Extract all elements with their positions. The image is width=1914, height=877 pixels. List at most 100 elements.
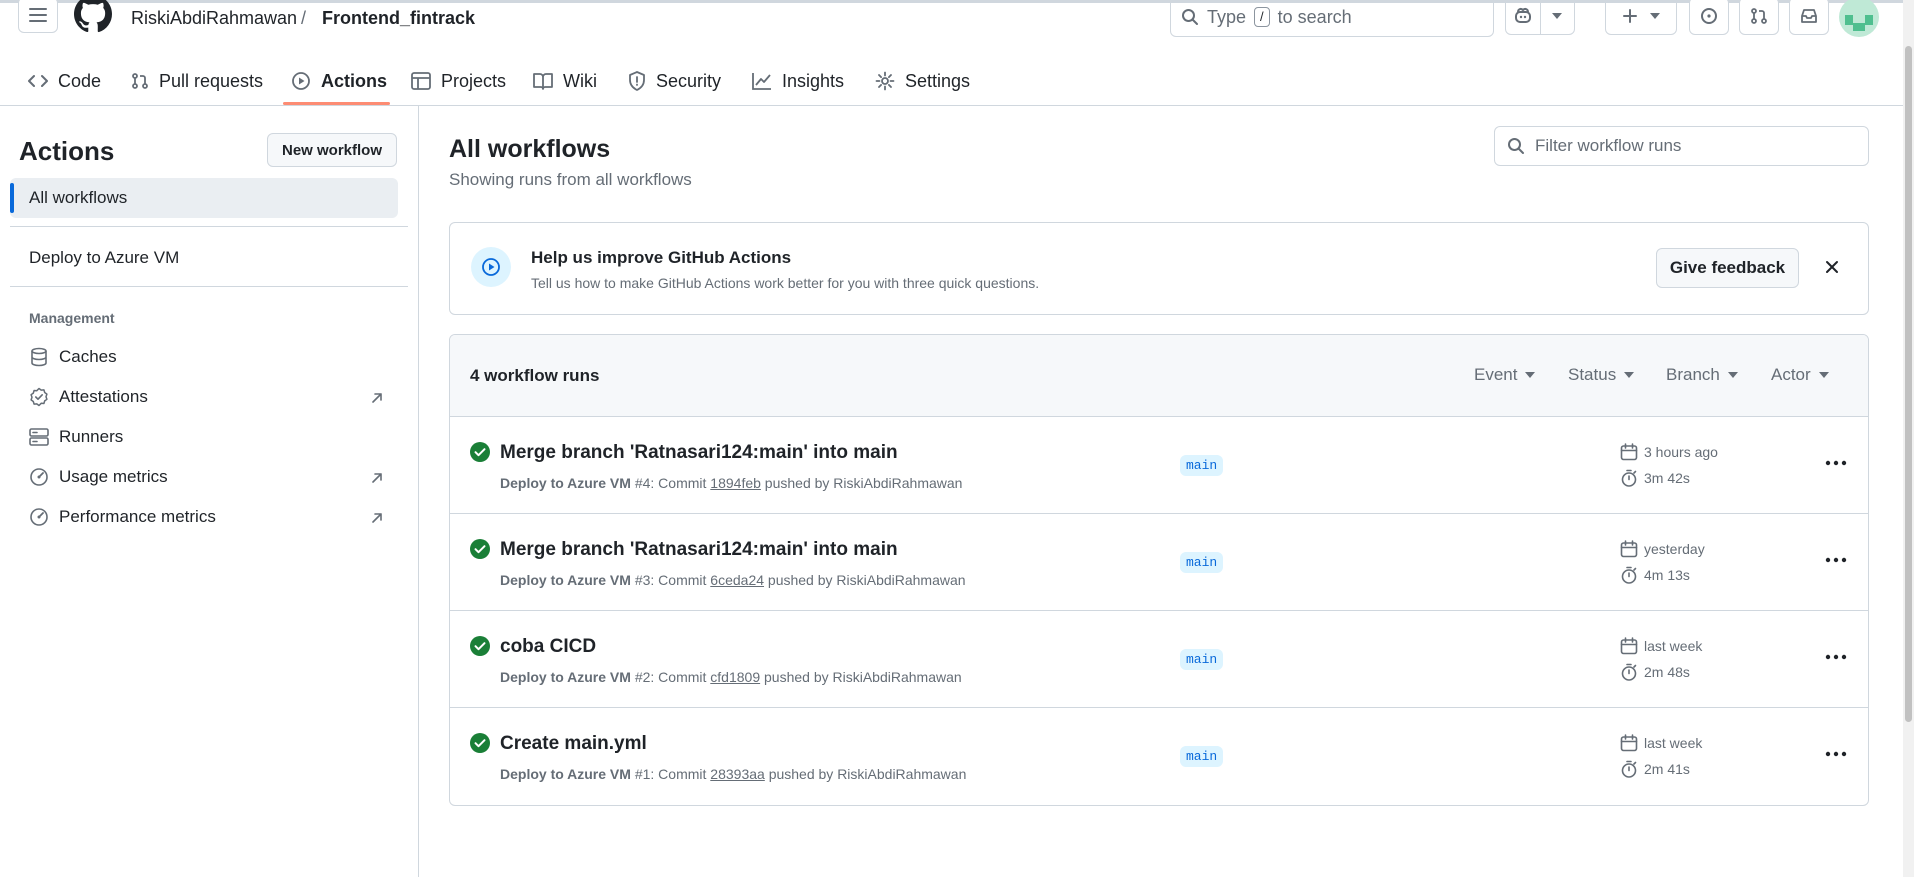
run-duration-text: 2m 48s <box>1644 664 1690 680</box>
run-title-link[interactable]: Merge branch 'Ratnasari124:main' into ma… <box>500 442 898 464</box>
tab-label: Insights <box>782 70 845 91</box>
stopwatch-icon <box>1621 469 1637 487</box>
run-date-text: last week <box>1644 638 1703 654</box>
run-workflow-name: Deploy to Azure VM <box>500 572 631 588</box>
breadcrumb-repo[interactable]: Frontend_fintrack <box>322 8 475 29</box>
run-number: #1 <box>634 766 651 782</box>
dropdown-label: Status <box>1568 365 1617 384</box>
tab-label: Code <box>58 70 102 91</box>
run-date: 3 hours ago <box>1620 443 1718 461</box>
issues-button[interactable] <box>1689 0 1729 35</box>
tab-wiki[interactable]: Wiki <box>533 56 597 106</box>
breadcrumb-owner[interactable]: RiskiAbdiRahmawan <box>131 8 297 29</box>
database-icon <box>31 347 47 367</box>
dismiss-banner-button[interactable] <box>1821 256 1843 278</box>
run-number: #3 <box>634 572 651 588</box>
run-date-text: yesterday <box>1644 541 1705 557</box>
tab-settings[interactable]: Settings <box>875 56 970 106</box>
status-filter-dropdown[interactable]: Status <box>1568 365 1635 385</box>
sidebar-item-label: Usage metrics <box>59 467 168 486</box>
tab-insights[interactable]: Insights <box>752 56 844 106</box>
sidebar-item-performance-metrics[interactable]: Performance metrics <box>29 507 216 527</box>
stopwatch-icon <box>1621 760 1637 778</box>
workflow-run-row[interactable]: Merge branch 'Ratnasari124:main' into ma… <box>450 514 1868 611</box>
run-title-link[interactable]: Create main.yml <box>500 733 647 755</box>
triangle-down-icon <box>1727 372 1738 378</box>
sidebar-item-runners[interactable]: Runners <box>29 427 123 447</box>
commit-sha-link[interactable]: 1894feb <box>710 475 761 491</box>
triangle-down-icon <box>1552 13 1563 19</box>
github-logo-icon[interactable] <box>74 0 112 33</box>
run-meta: Deploy to Azure VM #4: Commit 1894feb pu… <box>500 475 962 491</box>
scrollbar-thumb[interactable] <box>1905 46 1912 722</box>
branch-filter-dropdown[interactable]: Branch <box>1666 365 1738 385</box>
run-duration-text: 2m 41s <box>1644 761 1690 777</box>
menu-button[interactable] <box>18 0 58 33</box>
sidebar-item-usage-metrics[interactable]: Usage metrics <box>29 467 168 487</box>
filter-workflow-runs-input[interactable]: Filter workflow runs <box>1494 126 1869 166</box>
run-duration-text: 3m 42s <box>1644 470 1690 486</box>
check-circle-fill-icon <box>470 442 490 462</box>
sidebar-item-caches[interactable]: Caches <box>29 347 117 367</box>
tab-actions[interactable]: Actions <box>291 56 387 106</box>
run-actions-menu-button[interactable] <box>1822 550 1850 570</box>
active-tab-indicator <box>283 102 390 105</box>
kebab-horizontal-icon <box>1825 654 1847 660</box>
run-actions-menu-button[interactable] <box>1822 647 1850 667</box>
run-commit-label: : Commit <box>650 766 707 782</box>
run-date: yesterday <box>1620 540 1705 558</box>
give-feedback-button[interactable]: Give feedback <box>1656 248 1799 288</box>
sidebar-item-deploy-to-azure-vm[interactable]: Deploy to Azure VM <box>29 248 179 268</box>
new-workflow-button[interactable]: New workflow <box>267 133 397 167</box>
actor-filter-dropdown[interactable]: Actor <box>1771 365 1829 385</box>
banner-icon-wrap <box>471 247 511 287</box>
event-filter-dropdown[interactable]: Event <box>1474 365 1536 385</box>
runs-count: 4 workflow runs <box>470 366 600 385</box>
plus-icon <box>1623 9 1637 23</box>
copilot-button[interactable] <box>1506 0 1540 34</box>
create-new-button[interactable] <box>1605 0 1677 35</box>
branch-label[interactable]: main <box>1180 649 1224 670</box>
tab-code[interactable]: Code <box>28 56 101 106</box>
check-circle-fill-icon <box>470 539 490 559</box>
workflow-run-row[interactable]: coba CICD Deploy to Azure VM #2: Commit … <box>450 611 1868 708</box>
sidebar-item-label: Deploy to Azure VM <box>29 248 180 267</box>
run-title-link[interactable]: Merge branch 'Ratnasari124:main' into ma… <box>500 539 898 561</box>
global-search-input[interactable]: Type / to search <box>1170 0 1494 37</box>
branch-label[interactable]: main <box>1180 746 1224 767</box>
commit-sha-link[interactable]: cfd1809 <box>710 669 760 685</box>
sidebar-title: Actions <box>19 136 115 166</box>
run-title-link[interactable]: coba CICD <box>500 636 596 658</box>
server-icon <box>29 428 49 446</box>
run-actions-menu-button[interactable] <box>1822 744 1850 764</box>
hamburger-icon <box>29 8 47 22</box>
close-icon <box>1826 261 1838 273</box>
run-actions-menu-button[interactable] <box>1822 453 1850 473</box>
run-meta: Deploy to Azure VM #3: Commit 6ceda24 pu… <box>500 572 966 588</box>
tab-security[interactable]: Security <box>628 56 721 106</box>
code-icon <box>28 75 48 87</box>
branch-label[interactable]: main <box>1180 455 1224 476</box>
inbox-button[interactable] <box>1789 0 1829 35</box>
run-commit-label: : Commit <box>650 475 707 491</box>
branch-label[interactable]: main <box>1180 552 1224 573</box>
workflow-run-row[interactable]: Merge branch 'Ratnasari124:main' into ma… <box>450 417 1868 514</box>
pull-requests-button[interactable] <box>1739 0 1779 35</box>
page-scrollbar[interactable] <box>1903 0 1914 877</box>
user-avatar[interactable] <box>1839 0 1879 37</box>
copilot-menu-button[interactable] <box>1539 0 1575 34</box>
triangle-down-icon <box>1650 13 1660 19</box>
tab-projects[interactable]: Projects <box>411 56 506 106</box>
git-pull-request-icon <box>132 73 148 89</box>
tab-pull-requests[interactable]: Pull requests <box>131 56 263 106</box>
run-duration: 2m 41s <box>1620 760 1690 778</box>
sidebar-item-all-workflows[interactable]: All workflows <box>10 178 398 218</box>
tab-label: Projects <box>441 70 507 91</box>
commit-sha-link[interactable]: 6ceda24 <box>710 572 764 588</box>
calendar-icon <box>1620 734 1638 752</box>
sidebar-item-attestations[interactable]: Attestations <box>29 387 148 407</box>
run-meta: Deploy to Azure VM #2: Commit cfd1809 pu… <box>500 669 962 685</box>
workflow-run-row[interactable]: Create main.yml Deploy to Azure VM #1: C… <box>450 708 1868 805</box>
run-date-text: last week <box>1644 735 1703 751</box>
commit-sha-link[interactable]: 28393aa <box>710 766 765 782</box>
